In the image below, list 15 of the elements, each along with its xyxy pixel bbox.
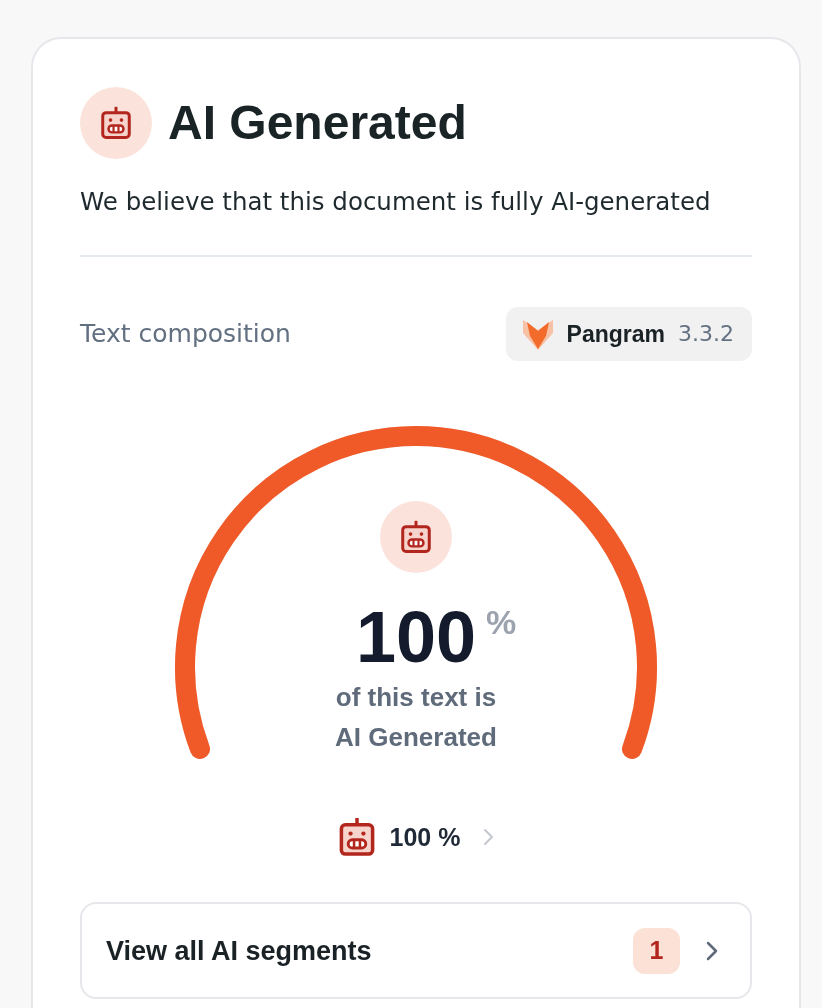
chevron-right-icon	[481, 827, 496, 847]
model-version: 3.3.2	[678, 320, 734, 348]
gauge-caption: of this text is	[335, 681, 497, 714]
gauge-caption: AI Generated	[335, 721, 497, 754]
percentage-value: 100	[355, 601, 477, 673]
percent-sign: %	[486, 605, 517, 639]
view-segments-button[interactable]: View all AI segments 1	[80, 902, 752, 999]
count-badge: 1	[633, 927, 680, 974]
fox-logo-icon	[522, 318, 553, 350]
result-title: AI Generated	[168, 95, 467, 151]
chevron-right-icon	[704, 939, 720, 962]
ai-share-link[interactable]: 100 %	[336, 817, 496, 857]
composition-label: Text composition	[80, 318, 291, 350]
model-name: Pangram	[566, 320, 665, 348]
result-description: We believe that this document is fully AI-generated	[80, 186, 712, 218]
